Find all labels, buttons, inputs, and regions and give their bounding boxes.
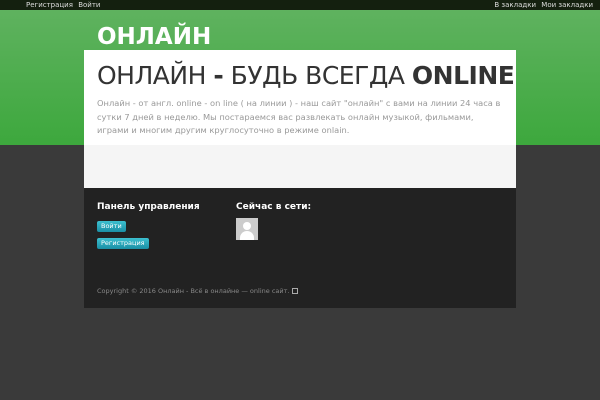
login-button[interactable]: Войти xyxy=(97,221,126,232)
my-bookmarks-link[interactable]: Мои закладки xyxy=(541,1,593,9)
title-part: БУДЬ ВСЕГДА xyxy=(223,61,412,90)
top-bar: Регистрация Войти В закладки Мои закладк… xyxy=(0,0,600,10)
bookmark-link[interactable]: В закладки xyxy=(494,1,536,9)
panel-title: Панель управления xyxy=(97,202,200,212)
hero-title: ОНЛАЙН - БУДЬ ВСЕГДА ONLINE xyxy=(97,61,515,90)
title-bold: ONLINE xyxy=(411,61,515,90)
avatar[interactable] xyxy=(236,218,258,240)
avatar-head xyxy=(243,222,251,230)
title-part: ОНЛАЙН xyxy=(97,61,214,90)
copyright-text: Copyright © 2016 Онлайн - Всё в онлайне … xyxy=(97,287,290,295)
content-area xyxy=(84,145,516,188)
hero-text: Онлайн - от англ. online - on line ( на … xyxy=(97,98,501,135)
copyright: Copyright © 2016 Онлайн - Всё в онлайне … xyxy=(97,287,299,295)
footer: Панель управления Войти Регистрация Сейч… xyxy=(84,188,516,308)
online-title: Сейчас в сети: xyxy=(236,202,312,212)
register-link[interactable]: Регистрация xyxy=(26,1,73,9)
login-link[interactable]: Войти xyxy=(78,1,100,9)
square-icon xyxy=(292,288,299,294)
hero-section: ОНЛАЙН - БУДЬ ВСЕГДА ONLINE Онлайн - от … xyxy=(84,50,516,145)
register-button[interactable]: Регистрация xyxy=(97,238,149,249)
title-dash: - xyxy=(213,61,224,90)
site-logo[interactable]: ОНЛАЙН xyxy=(97,24,211,50)
avatar-body xyxy=(240,231,254,240)
